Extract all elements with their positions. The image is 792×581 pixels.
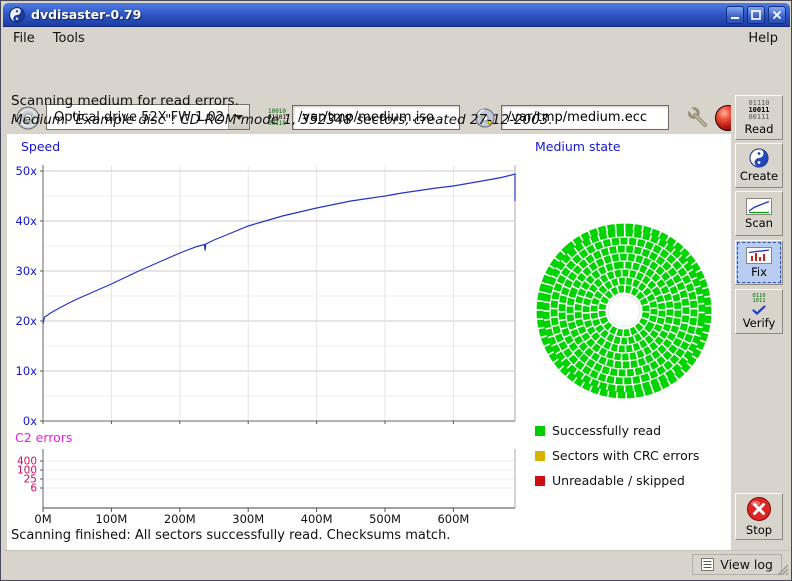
legend-item-read: Successfully read [535,423,661,438]
svg-text:100M: 100M [95,512,127,526]
svg-text:500M: 500M [369,512,401,526]
fix-button[interactable]: Fix [735,240,783,285]
close-button[interactable] [768,6,786,24]
scan-button[interactable]: Scan [735,191,783,236]
maximize-icon [751,10,761,20]
toolbar: Optical drive 52X FW 1.02 10010 01101 00… [4,49,790,91]
svg-text:6: 6 [30,483,37,495]
svg-text:600M: 600M [437,512,469,526]
svg-text:400M: 400M [301,512,333,526]
svg-text:30x: 30x [16,264,38,278]
view-log-button[interactable]: View log [692,554,782,575]
fix-chart-icon [746,247,772,264]
window-title: dvdisaster-0.79 [31,7,723,22]
svg-text:0M: 0M [34,512,51,526]
svg-text:300M: 300M [232,512,264,526]
menu-file[interactable]: File [4,29,44,48]
legend-swatch-yellow [535,451,545,461]
stop-x-icon [746,496,772,522]
svg-text:50x: 50x [16,164,38,178]
status-line-1: Scanning medium for read errors. [11,93,239,109]
action-sidebar: 01110 10011 00111 Read Create Scan [731,91,787,550]
menu-tools[interactable]: Tools [44,29,94,48]
minimize-icon [730,10,740,20]
log-list-icon [701,558,714,571]
svg-text:200M: 200M [164,512,196,526]
status-line-2: Medium "Example disc": CD-ROM mode 1, 35… [11,112,553,128]
verify-icon: 0110 1011 [752,294,766,315]
yin-yang-icon [749,148,769,168]
maximize-button[interactable] [747,6,765,24]
verify-button[interactable]: 0110 1011 Verify [735,289,783,334]
main-panel: Speed Medium state C2 errors 0x10x20x30x… [7,134,731,550]
bottom-bar: View log [4,550,790,577]
svg-text:40x: 40x [16,214,38,228]
stop-button[interactable]: Stop [735,493,783,540]
close-icon [772,10,782,20]
legend-swatch-red [535,476,545,486]
resize-grip[interactable] [776,563,789,576]
minimize-button[interactable] [726,6,744,24]
binary-sectors-icon: 01110 10011 00111 [748,100,769,121]
check-icon [752,305,766,315]
svg-text:10x: 10x [16,364,38,378]
titlebar[interactable]: dvdisaster-0.79 [3,3,790,27]
status-header: Scanning medium for read errors. Medium … [7,91,731,134]
legend-item-unreadable: Unreadable / skipped [535,473,685,488]
create-button[interactable]: Create [735,143,783,188]
scan-result-status: Scanning finished: All sectors successfu… [11,528,450,543]
menu-help[interactable]: Help [736,29,790,48]
menubar: File Tools Help [4,28,790,49]
app-window: dvdisaster-0.79 File Tools Help Optical … [0,0,792,581]
legend-swatch-green [535,426,545,436]
read-button[interactable]: 01110 10011 00111 Read [735,95,783,140]
svg-text:20x: 20x [16,314,38,328]
legend-item-crc: Sectors with CRC errors [535,448,699,463]
scan-chart-icon [746,198,772,215]
app-yin-yang-icon [9,7,25,23]
svg-text:0x: 0x [23,414,37,428]
